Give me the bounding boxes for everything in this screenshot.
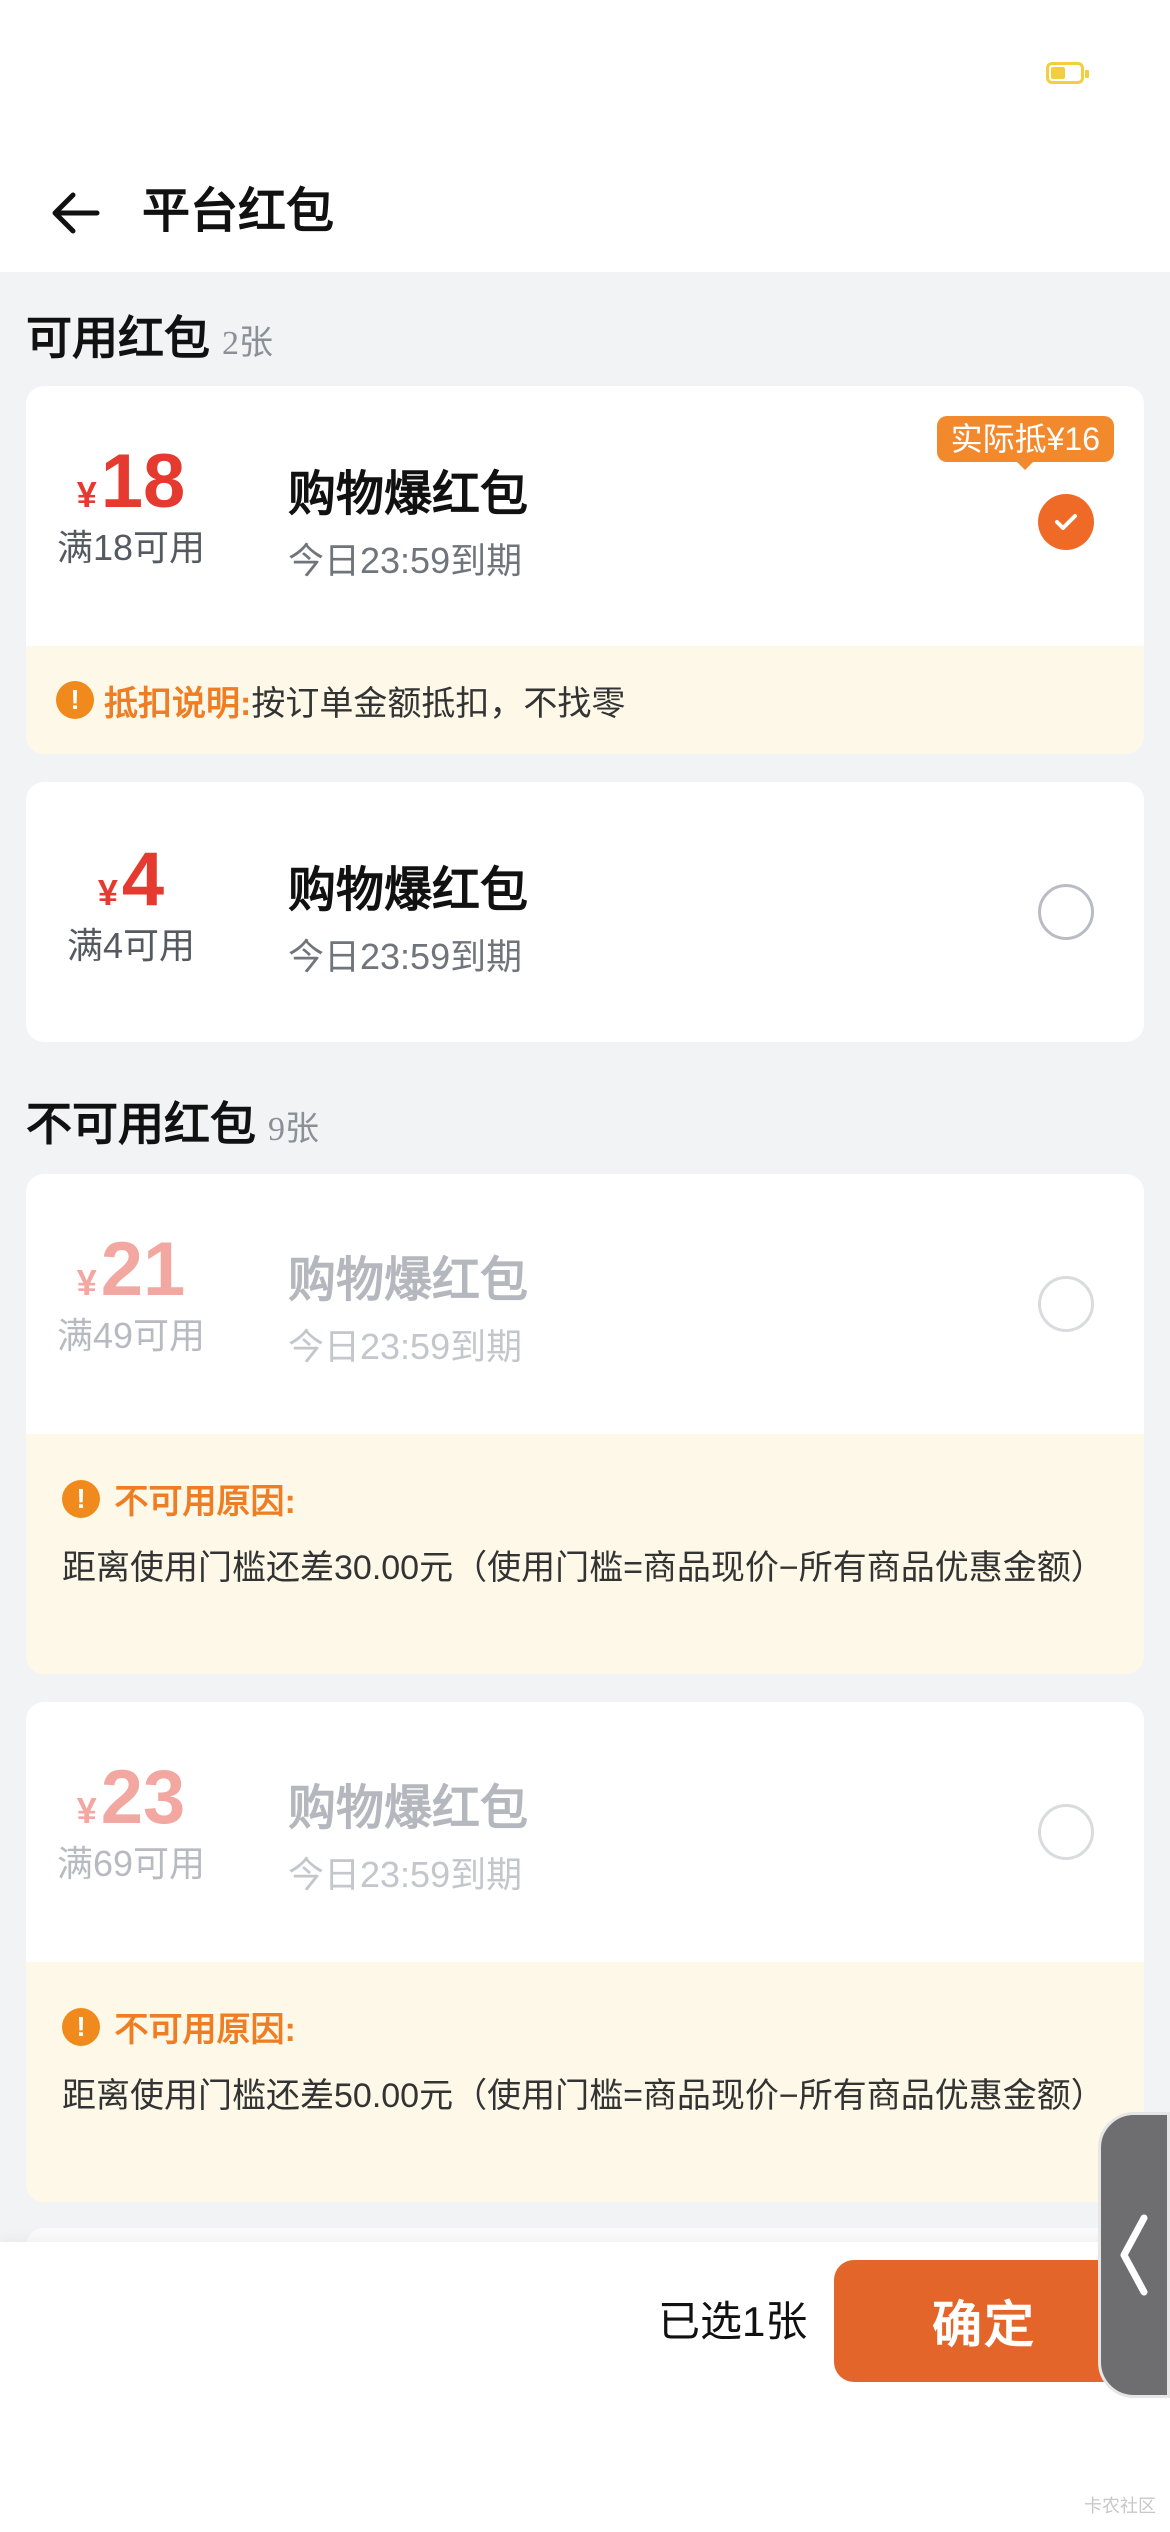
coupon-amount: ¥21 满49可用 [26, 1228, 236, 1358]
coupon-amount: ¥18 满18可用 [26, 440, 236, 570]
coupon-name: 购物爆红包 [288, 468, 529, 521]
coupon-condition: 满18可用 [56, 527, 206, 568]
coupon-expire: 今日23:59到期 [288, 936, 523, 977]
coupon-radio[interactable] [1038, 884, 1094, 940]
reason-header: ! 不可用原因: [62, 1474, 296, 1523]
coupon-main: ¥4 满4可用 购物爆红包 今日23:59到期 [26, 782, 1144, 1042]
coupon-amount: ¥4 满4可用 [26, 838, 236, 968]
coupon-name: 购物爆红包 [288, 864, 529, 917]
warning-icon: ! [62, 1479, 100, 1518]
unavailable-reason: ! 不可用原因: 距离使用门槛还差50.00元（使用门槛=商品现价−所有商品优惠… [26, 1962, 1144, 2202]
yen-symbol: ¥ [97, 872, 118, 913]
coupon-expire: 今日23:59到期 [288, 540, 523, 581]
coupon-expire: 今日23:59到期 [288, 1326, 523, 1367]
arrow-left-icon [52, 192, 100, 234]
unavailable-section-label: 不可用红包 [26, 1098, 256, 1150]
bottom-bar: 已选1张 确定 [0, 2242, 1170, 2532]
note-text: 按订单金额抵扣，不找零 [251, 684, 626, 723]
side-collapse-tab[interactable] [1098, 2112, 1170, 2398]
reason-label: 不可用原因: [114, 1483, 296, 1521]
coupon-value: 21 [100, 1227, 186, 1312]
warning-icon: ! [62, 2007, 100, 2046]
deduction-badge: 实际抵¥16 [936, 416, 1114, 470]
coupon-radio-disabled [1038, 1804, 1094, 1860]
coupon-condition: 满49可用 [56, 1315, 206, 1356]
coupon-condition: 满69可用 [56, 1843, 206, 1884]
unavailable-count: 9张 [268, 1111, 319, 1148]
battery-icon [1046, 62, 1089, 84]
back-button[interactable] [40, 178, 110, 248]
reason-header: ! 不可用原因: [62, 2002, 296, 2051]
coupon-card-21: ¥21 满49可用 购物爆红包 今日23:59到期 ! 不可用原因: 距离使用门… [26, 1174, 1144, 1674]
coupon-condition: 满4可用 [66, 925, 196, 966]
coupon-card-23: ¥23 满69可用 购物爆红包 今日23:59到期 ! 不可用原因: 距离使用门… [26, 1702, 1144, 2202]
yen-symbol: ¥ [76, 474, 97, 515]
coupon-name: 购物爆红包 [288, 1782, 529, 1835]
coupon-main: ¥23 满69可用 购物爆红包 今日23:59到期 [26, 1702, 1144, 1962]
coupon-main: ¥18 满18可用 购物爆红包 今日23:59到期 实际抵¥16 [26, 386, 1144, 646]
note-label: 抵扣说明: [104, 684, 252, 723]
yen-symbol: ¥ [76, 1262, 97, 1303]
coupon-card-18[interactable]: ¥18 满18可用 购物爆红包 今日23:59到期 实际抵¥16 ! 抵扣说明:… [26, 386, 1144, 754]
reason-text: 距离使用门槛还差30.00元（使用门槛=商品现价−所有商品优惠金额） [62, 1549, 1105, 1587]
unavailable-reason: ! 不可用原因: 距离使用门槛还差30.00元（使用门槛=商品现价−所有商品优惠… [26, 1434, 1144, 1674]
deduction-note: ! 抵扣说明: 按订单金额抵扣，不找零 [26, 646, 1144, 754]
coupon-expire: 今日23:59到期 [288, 1854, 523, 1895]
coupon-amount: ¥23 满69可用 [26, 1756, 236, 1886]
coupon-value: 4 [121, 837, 165, 922]
unavailable-section-title: 不可用红包 9张 [26, 1094, 319, 1160]
coupon-value: 23 [100, 1755, 186, 1840]
available-count: 2张 [222, 325, 273, 362]
coupon-name: 购物爆红包 [288, 1254, 529, 1307]
selected-count: 已选1张 [658, 2298, 808, 2345]
coupon-card-4[interactable]: ¥4 满4可用 购物爆红包 今日23:59到期 [26, 782, 1144, 1042]
reason-text: 距离使用门槛还差50.00元（使用门槛=商品现价−所有商品优惠金额） [62, 2077, 1105, 2115]
check-icon [1055, 514, 1077, 530]
coupon-value: 18 [100, 439, 186, 524]
yen-symbol: ¥ [76, 1790, 97, 1831]
chevron-left-icon [1120, 2214, 1148, 2296]
available-section-title: 可用红包 2张 [26, 308, 273, 374]
header: 平台红包 [0, 160, 1170, 272]
page-title: 平台红包 [142, 185, 335, 238]
watermark: 卡农社区 [1084, 2496, 1156, 2516]
status-bar [0, 0, 1170, 160]
reason-label: 不可用原因: [114, 2011, 296, 2049]
warning-icon: ! [56, 681, 94, 719]
confirm-button[interactable]: 确定 [834, 2260, 1134, 2382]
available-section-label: 可用红包 [26, 312, 210, 364]
coupon-main: ¥21 满49可用 购物爆红包 今日23:59到期 [26, 1174, 1144, 1434]
coupon-radio-checked[interactable] [1038, 494, 1094, 550]
coupon-radio-disabled [1038, 1276, 1094, 1332]
